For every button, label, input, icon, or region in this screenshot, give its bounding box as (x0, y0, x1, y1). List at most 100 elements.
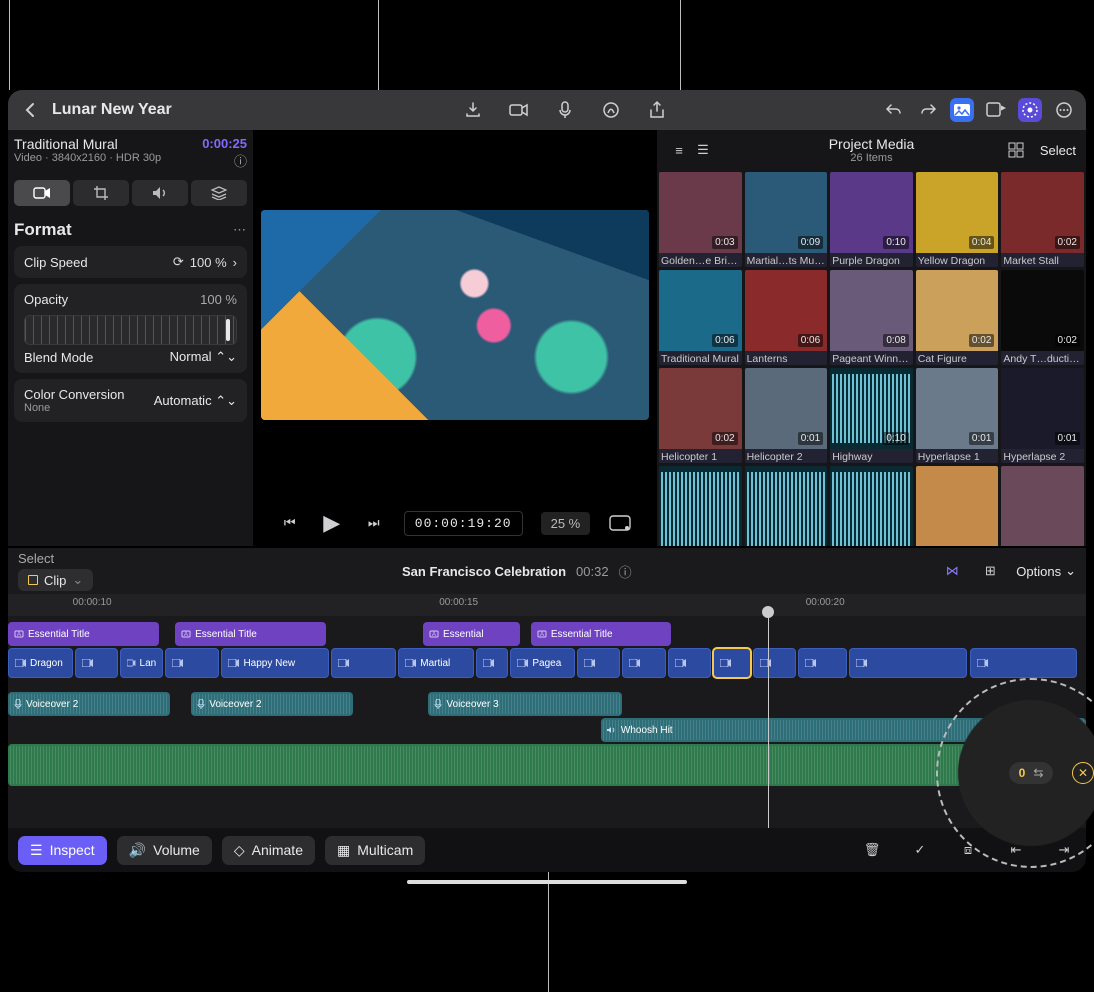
toggle-jogwheel-button[interactable] (1018, 98, 1042, 122)
viewer-zoom[interactable]: 25 % (541, 512, 591, 535)
browser-thumb[interactable]: 0:04Yellow Dragon (916, 172, 999, 267)
opacity-block: Opacity 100 % Blend Mode Normal ⌃⌄ (14, 284, 247, 373)
delete-button[interactable]: 🗑 (860, 838, 884, 862)
timeline-clip[interactable]: AEssential (423, 622, 520, 646)
timeline-clip[interactable]: Dragon (8, 648, 73, 678)
thumb-caption: Golden…e Bridge (659, 253, 742, 267)
timeline-clip[interactable]: Lan (120, 648, 163, 678)
timeline-clip[interactable]: AEssential Title (8, 622, 159, 646)
timeline-clip[interactable]: Voiceover 2 (8, 692, 170, 716)
timeline-clip[interactable] (331, 648, 396, 678)
browser-subtitle: 26 Items (829, 152, 915, 164)
live-drawing-icon[interactable] (599, 98, 623, 122)
browser-sidebar-icon[interactable]: ≡ (667, 138, 691, 162)
animate-button[interactable]: ◇ Animate (222, 836, 315, 865)
snapping-toggle-icon[interactable]: ⊞ (978, 559, 1002, 583)
timeline-tracks[interactable]: AEssential Title AEssential Title AEssenti… (8, 616, 1086, 828)
prev-edit-button[interactable]: ⏮ (278, 511, 302, 535)
timeline-clip[interactable]: Pagea (510, 648, 575, 678)
timeline-clip[interactable] (75, 648, 118, 678)
redo-button[interactable] (916, 98, 940, 122)
view-options-button[interactable] (608, 511, 632, 535)
browser-thumb[interactable] (745, 466, 828, 546)
timeline-clip[interactable] (165, 648, 219, 678)
share-icon[interactable] (645, 98, 669, 122)
timeline-clip[interactable] (622, 648, 665, 678)
enable-disable-button[interactable]: ✓ (908, 838, 932, 862)
browser-thumb[interactable] (830, 466, 913, 546)
timeline-clip[interactable] (970, 648, 1078, 678)
browser-thumb[interactable]: 0:02Market Stall (1001, 172, 1084, 267)
timeline-clip[interactable] (577, 648, 620, 678)
timeline-playhead[interactable] (768, 616, 769, 828)
timeline-select-label[interactable]: Select (18, 551, 93, 566)
voiceover-mic-icon[interactable] (553, 98, 577, 122)
jog-mode-icon[interactable]: ⇆ (1033, 766, 1043, 780)
browser-thumb[interactable]: 0:10Purple Dragon (830, 172, 913, 267)
color-conversion-block[interactable]: Color Conversion None Automatic ⌃⌄ (14, 379, 247, 422)
inspector-tab-audio[interactable] (132, 180, 188, 206)
timeline-clip[interactable]: AEssential Title (175, 622, 326, 646)
toggle-content-browser-button[interactable] (984, 98, 1008, 122)
timeline-clip[interactable]: Happy New (221, 648, 329, 678)
timeline-clip[interactable] (849, 648, 968, 678)
play-button[interactable]: ▶ (320, 511, 344, 535)
timeline-clip[interactable]: AEssential Title (531, 622, 671, 646)
timecode-display[interactable]: 00:00:19:20 (404, 511, 523, 536)
browser-thumb[interactable]: 0:09Martial…ts Mural (745, 172, 828, 267)
inspector-tab-layers[interactable] (191, 180, 247, 206)
browser-thumb[interactable]: 0:01Hyperlapse 2 (1001, 368, 1084, 463)
back-button[interactable] (18, 98, 42, 122)
timeline-clip[interactable] (753, 648, 796, 678)
browser-thumb[interactable]: 0:02Cat Figure (916, 270, 999, 365)
browser-thumb[interactable]: 0:08Pageant Winners (830, 270, 913, 365)
browser-thumb[interactable] (1001, 466, 1084, 546)
info-icon[interactable]: ⓘ (234, 154, 247, 169)
inspector-tab-crop[interactable] (73, 180, 129, 206)
more-menu-button[interactable] (1052, 98, 1076, 122)
timeline-clip[interactable]: Martial (398, 648, 473, 678)
inspector-tab-video[interactable] (14, 180, 70, 206)
timeline-clip[interactable] (713, 648, 751, 678)
browser-thumb[interactable]: 0:01Helicopter 2 (745, 368, 828, 463)
browser-thumb[interactable]: 0:06Traditional Mural (659, 270, 742, 365)
timeline-clip[interactable] (476, 648, 508, 678)
clip-speed-row[interactable]: Clip Speed ⟳ 100 % › (14, 246, 247, 278)
browser-thumb[interactable]: 0:02Helicopter 1 (659, 368, 742, 463)
timeline-info-icon[interactable]: ⓘ (619, 562, 632, 581)
undo-button[interactable] (882, 98, 906, 122)
opacity-slider[interactable] (24, 315, 237, 345)
magnetic-toggle-icon[interactable]: ⋈ (940, 559, 964, 583)
thumb-caption: Traditional Mural (659, 351, 742, 365)
viewer-canvas[interactable] (261, 210, 649, 420)
timeline-clip[interactable]: Voiceover 2 (191, 692, 353, 716)
timeline-music-clip[interactable] (8, 744, 1086, 786)
browser-thumb[interactable] (659, 466, 742, 546)
browser-thumb[interactable]: 0:10Highway (830, 368, 913, 463)
toggle-browser-button[interactable] (950, 98, 974, 122)
browser-thumb[interactable]: 0:01Hyperlapse 1 (916, 368, 999, 463)
browser-thumb[interactable]: 0:06Lanterns (745, 270, 828, 365)
browser-select-button[interactable]: Select (1040, 143, 1076, 158)
timeline-ruler[interactable]: 00:00:10 00:00:15 00:00:20 (8, 594, 1086, 616)
title-track: AEssential Title AEssential Title AEssenti… (8, 622, 1086, 646)
import-icon[interactable] (461, 98, 485, 122)
camera-icon[interactable] (507, 98, 531, 122)
browser-filter-icon[interactable]: ☰ (691, 138, 715, 162)
format-more-icon[interactable]: ⋯ (233, 222, 247, 238)
timeline-options-button[interactable]: Options ⌄ (1016, 563, 1076, 579)
inspect-button[interactable]: ☰ Inspect (18, 836, 107, 865)
jog-close-button[interactable]: ✕ (1072, 762, 1094, 784)
next-edit-button[interactable]: ⏭ (362, 511, 386, 535)
timeline-clip[interactable]: Voiceover 3 (428, 692, 622, 716)
browser-thumb[interactable]: 0:03Golden…e Bridge (659, 172, 742, 267)
timeline-tool-select[interactable]: Clip ⌄ (18, 569, 93, 591)
blend-mode-select[interactable]: Normal ⌃⌄ (170, 349, 237, 365)
timeline-clip[interactable] (668, 648, 711, 678)
browser-thumb[interactable]: 0:02Andy T…ductions (1001, 270, 1084, 365)
browser-layout-icon[interactable] (1004, 138, 1028, 162)
browser-thumb[interactable] (916, 466, 999, 546)
volume-button[interactable]: 🔊 Volume (117, 836, 212, 865)
multicam-button[interactable]: ▦ Multicam (325, 836, 425, 865)
timeline-clip[interactable] (798, 648, 847, 678)
